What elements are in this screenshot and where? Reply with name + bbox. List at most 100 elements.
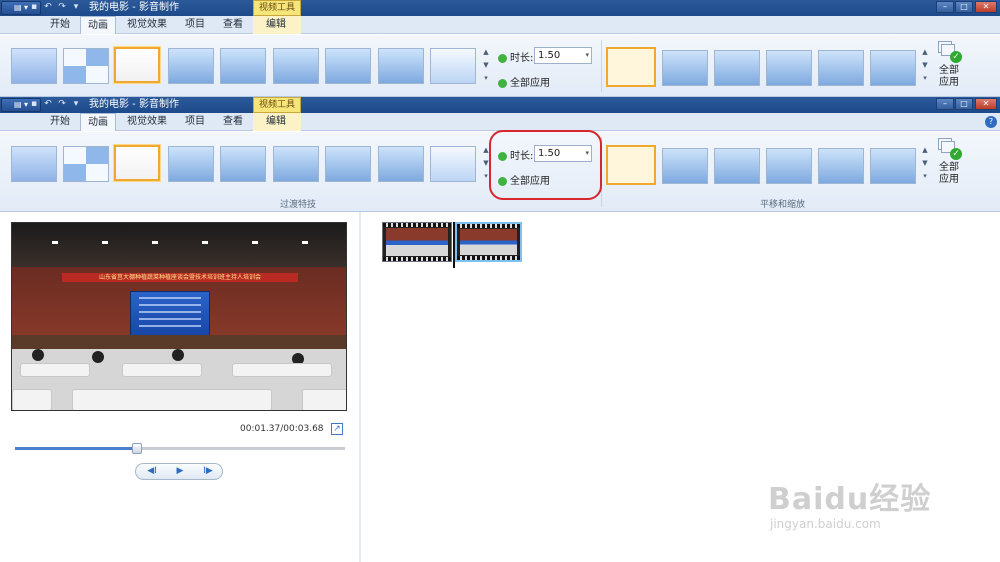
pan-zoom-tile[interactable] <box>766 148 812 184</box>
title-bar-back: ▤ ▾ ▪ ↶ ↷ ▾ 我的电影 - 影音制作 视频工具 – □ ✕ <box>0 0 1000 16</box>
pan-zoom-tile[interactable] <box>870 148 916 184</box>
window-title: 我的电影 - 影音制作 <box>89 2 179 13</box>
transition-tile[interactable] <box>168 146 214 182</box>
video-ceiling <box>12 223 346 267</box>
transition-tile[interactable] <box>220 48 266 84</box>
storyboard-playhead[interactable] <box>453 222 455 268</box>
tab-home[interactable]: 开始 <box>44 16 76 34</box>
tab-visual-effects[interactable]: 视觉效果 <box>122 16 172 34</box>
video-audience <box>12 349 346 410</box>
watermark-url: jingyan.baidu.com <box>770 517 881 531</box>
transition-tile[interactable] <box>378 146 424 182</box>
apply-all-pan-zoom-button[interactable]: ✓ 全部 应用 <box>934 138 964 186</box>
pane-divider[interactable] <box>359 212 361 562</box>
redo-icon[interactable]: ↷ <box>56 2 68 13</box>
window-title: 我的电影 - 影音制作 <box>89 99 179 110</box>
pan-zoom-tile[interactable] <box>766 50 812 86</box>
tab-animations[interactable]: 动画 <box>80 113 116 131</box>
seek-progress <box>15 447 138 450</box>
transition-tile[interactable] <box>430 48 476 84</box>
transition-tile[interactable] <box>325 48 371 84</box>
undo-icon[interactable]: ↶ <box>42 99 54 110</box>
seek-handle[interactable] <box>132 443 143 454</box>
apply-all-icon: ✓ <box>938 138 962 160</box>
transition-tile[interactable] <box>168 48 214 84</box>
pan-zoom-tile[interactable] <box>818 50 864 86</box>
ribbon-back: ▲ ▼ ▾ 时长: 1.50 ▾ 全部应用 ▲ ▼ ▾ ✓ 全部 应用 <box>0 35 1000 97</box>
transition-tile[interactable] <box>273 146 319 182</box>
transition-tile[interactable] <box>430 146 476 182</box>
pan-zoom-tile[interactable] <box>662 50 708 86</box>
minimize-button[interactable]: – <box>936 98 954 110</box>
pan-zoom-none-tile[interactable] <box>606 47 656 87</box>
seek-bar[interactable] <box>15 443 345 454</box>
pan-zoom-tile[interactable] <box>818 148 864 184</box>
tab-row-back: 开始 动画 视觉效果 项目 查看 编辑 <box>0 16 1000 34</box>
close-button[interactable]: ✕ <box>975 1 997 13</box>
fullscreen-icon[interactable]: ↗ <box>331 423 343 435</box>
context-tab-label: 视频工具 <box>253 0 301 16</box>
next-frame-button[interactable]: I▶ <box>194 464 222 479</box>
tab-home[interactable]: 开始 <box>44 113 76 131</box>
apply-all-transitions[interactable]: 全部应用 <box>498 74 550 89</box>
transition-tile[interactable] <box>11 146 57 182</box>
tab-visual-effects[interactable]: 视觉效果 <box>122 113 172 131</box>
pan-zoom-tile[interactable] <box>714 148 760 184</box>
transition-tile[interactable] <box>11 48 57 84</box>
pan-zoom-tile[interactable] <box>714 50 760 86</box>
customize-icon[interactable]: ▾ <box>70 99 82 110</box>
context-tab-label: 视频工具 <box>253 97 301 113</box>
close-button[interactable]: ✕ <box>975 98 997 110</box>
gallery-scroll[interactable]: ▲ ▼ ▾ <box>482 46 490 86</box>
transition-tile-selected[interactable] <box>114 47 160 83</box>
storyboard-clip[interactable] <box>382 222 452 262</box>
group-separator <box>601 40 602 92</box>
undo-icon[interactable]: ↶ <box>42 2 54 13</box>
pan-zoom-tile[interactable] <box>870 50 916 86</box>
tab-edit[interactable]: 编辑 <box>258 16 294 34</box>
pan-zoom-tile[interactable] <box>662 148 708 184</box>
playback-time: 00:01.37/00:03.68 <box>240 424 324 434</box>
highlight-annotation <box>489 130 602 200</box>
transition-tile[interactable] <box>63 48 109 84</box>
tab-view[interactable]: 查看 <box>218 113 248 131</box>
duration-dropdown[interactable]: 1.50 ▾ <box>534 47 592 64</box>
gallery-scroll[interactable]: ▲ ▼ ▾ <box>921 144 929 184</box>
help-icon[interactable]: ? <box>985 116 997 128</box>
apply-all-icon: ✓ <box>938 41 962 63</box>
tab-edit[interactable]: 编辑 <box>258 113 294 131</box>
duration-label: 时长: <box>498 49 533 64</box>
tab-project[interactable]: 项目 <box>180 16 210 34</box>
redo-icon[interactable]: ↷ <box>56 99 68 110</box>
customize-icon[interactable]: ▾ <box>70 2 82 13</box>
transition-tile[interactable] <box>325 146 371 182</box>
pan-zoom-none-tile[interactable] <box>606 145 656 185</box>
save-icon[interactable]: ▪ <box>28 2 40 13</box>
pan-zoom-group-label: 平移和缩放 <box>760 200 806 210</box>
maximize-button[interactable]: □ <box>955 98 973 110</box>
video-banner: 山东省莒大棚种植蔬菜种植座谈会暨技术培训班主持人培训会 <box>62 273 298 282</box>
transition-tile[interactable] <box>378 48 424 84</box>
gallery-scroll[interactable]: ▲ ▼ ▾ <box>921 46 929 86</box>
transition-tile-selected[interactable] <box>114 145 160 181</box>
tab-animations[interactable]: 动画 <box>80 16 116 34</box>
previous-frame-button[interactable]: ◀I <box>138 464 166 479</box>
apply-all-pan-zoom-button[interactable]: ✓ 全部 应用 <box>934 41 964 89</box>
video-preview[interactable]: 山东省莒大棚种植蔬菜种植座谈会暨技术培训班主持人培训会 <box>11 222 347 411</box>
playback-controls: ◀I ▶ I▶ <box>135 463 223 480</box>
transition-tile[interactable] <box>220 146 266 182</box>
maximize-button[interactable]: □ <box>955 1 973 13</box>
minimize-button[interactable]: – <box>936 1 954 13</box>
video-projection-screen <box>130 291 210 337</box>
transition-tile[interactable] <box>273 48 319 84</box>
storyboard-clip-selected[interactable] <box>455 222 522 262</box>
tab-view[interactable]: 查看 <box>218 16 248 34</box>
tab-row: 开始 动画 视觉效果 项目 查看 编辑 ? <box>0 113 1000 131</box>
save-icon[interactable]: ▪ <box>28 99 40 110</box>
tab-project[interactable]: 项目 <box>180 113 210 131</box>
title-bar: ▤ ▾ ▪ ↶ ↷ ▾ 我的电影 - 影音制作 视频工具 – □ ✕ <box>0 97 1000 113</box>
play-button[interactable]: ▶ <box>166 464 194 479</box>
transitions-group-label: 过渡特技 <box>280 200 317 210</box>
watermark-logo: Baidu经验 <box>768 482 932 517</box>
transition-tile[interactable] <box>63 146 109 182</box>
